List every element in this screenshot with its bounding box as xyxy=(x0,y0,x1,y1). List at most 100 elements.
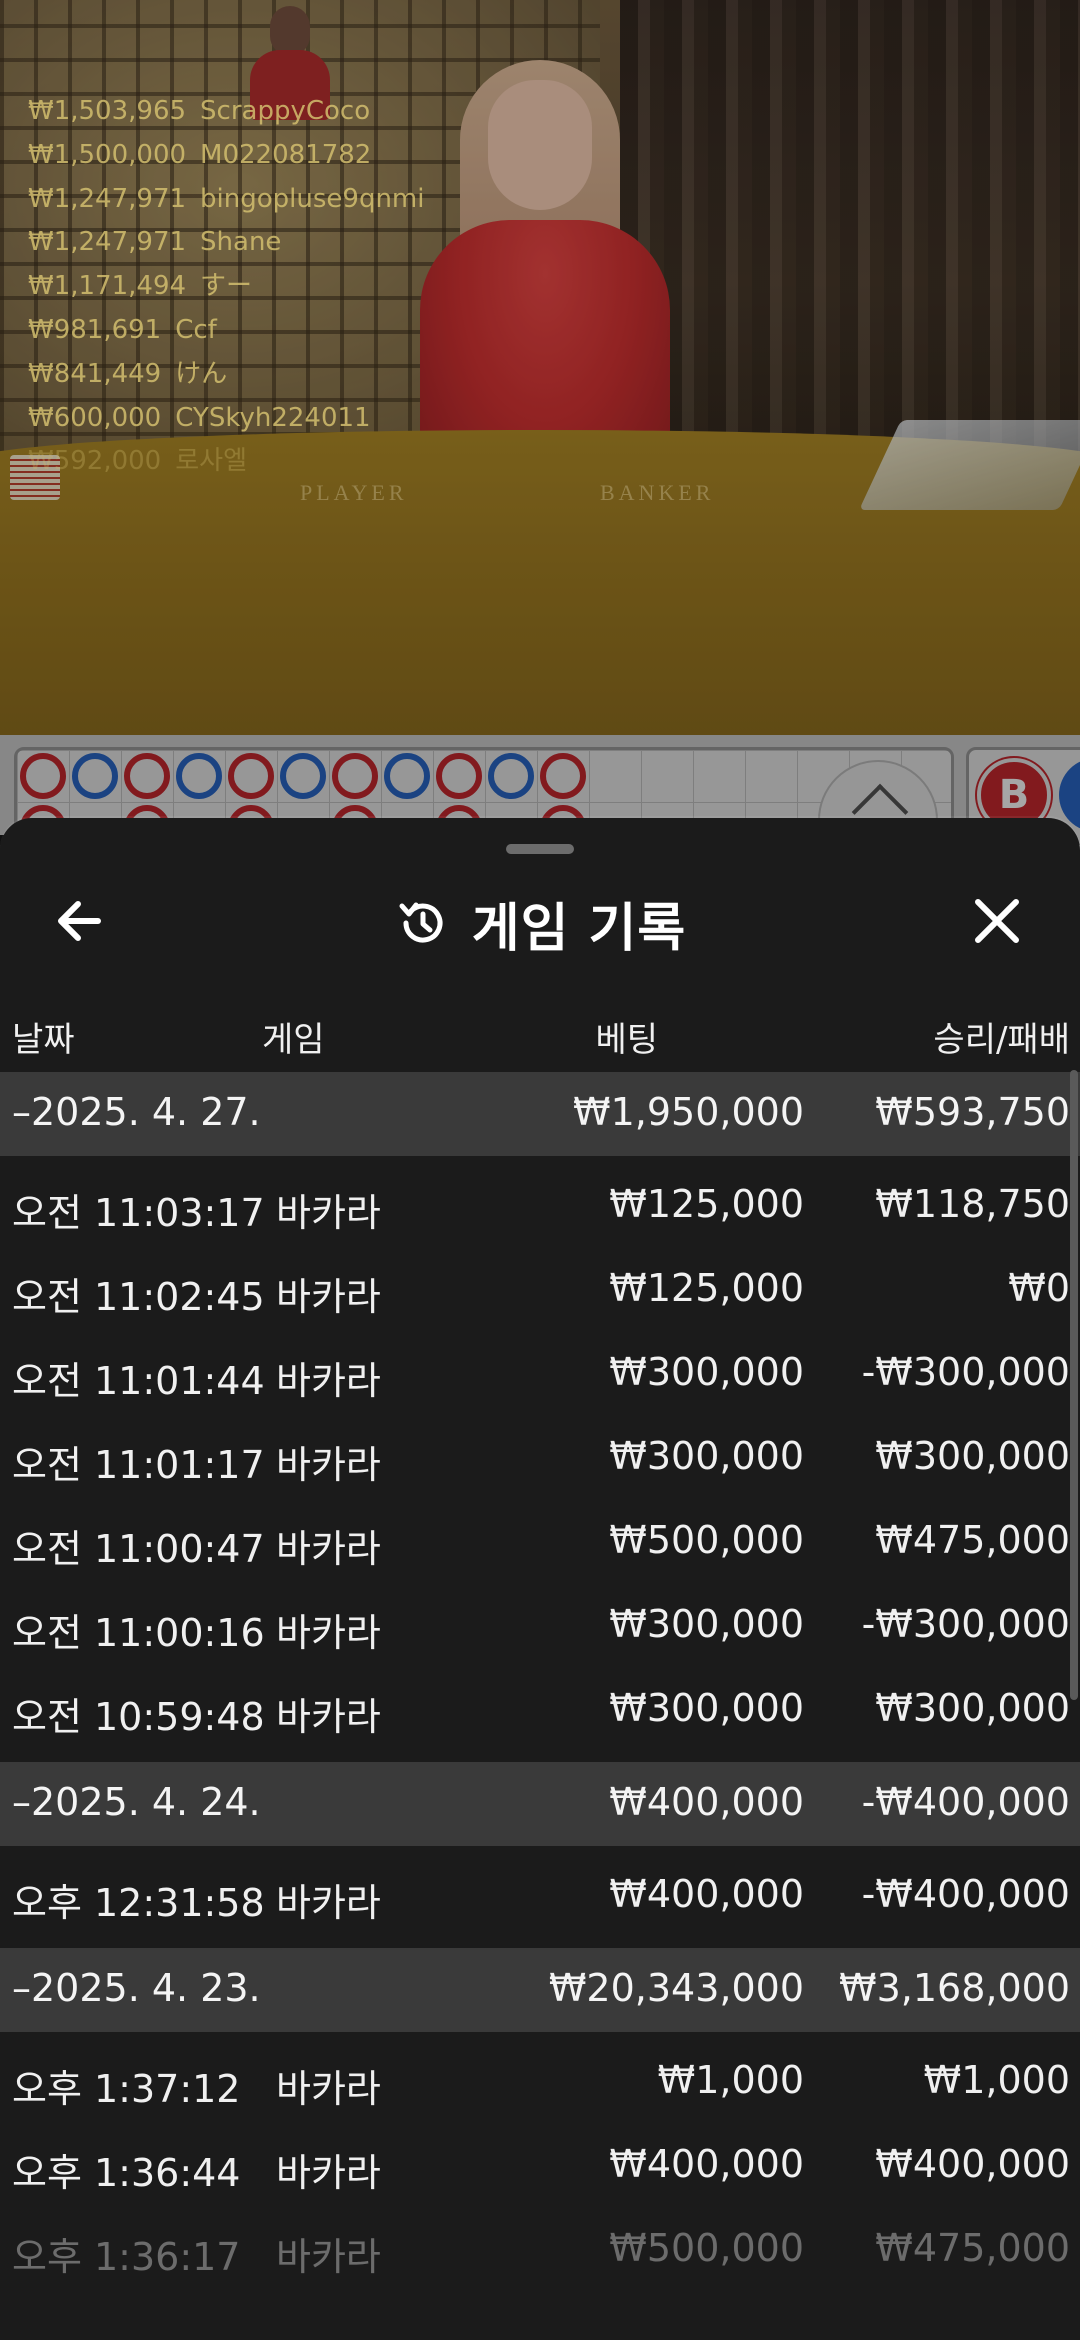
row-bet: ₩300,000 xyxy=(609,1686,804,1730)
sheet-drag-handle[interactable] xyxy=(506,844,574,854)
leaderboard-amount: ₩1,500,000 xyxy=(28,139,187,170)
group-total-result: ₩593,750 xyxy=(875,1090,1070,1134)
leaderboard-entry: ₩841,449 けん xyxy=(28,353,424,397)
leaderboard-player-name: 로사엘 xyxy=(175,446,247,477)
table-row[interactable]: 오후 1:37:12 바카라 ₩1,000 ₩1,000 xyxy=(0,2040,1080,2124)
leaderboard-amount: ₩841,449 xyxy=(28,358,162,389)
leaderboard-entry: ₩1,247,971 bingopluse9qnmi xyxy=(28,178,424,222)
history-table: 날짜 게임 베팅 승리/패배 –2025. 4. 27. ₩1,950,000 ₩5… xyxy=(0,996,1080,2302)
leaderboard-player-name: Shane xyxy=(200,227,282,258)
table-row[interactable]: 오전 10:59:48 바카라 ₩300,000 ₩300,000 xyxy=(0,1668,1080,1752)
row-bet: ₩500,000 xyxy=(609,2226,804,2270)
row-bet: ₩300,000 xyxy=(609,1602,804,1646)
date-group-header[interactable]: –2025. 4. 24. ₩400,000 -₩400,000 xyxy=(0,1762,1080,1846)
leaderboard-entry: ₩1,171,494 すー xyxy=(28,265,424,309)
page-title: 게임 기록 xyxy=(471,898,687,959)
live-video-stream: PLAYER BANKER ₩1,503,965 ScrappyCoco ₩1,50… xyxy=(0,0,1080,735)
row-result: -₩300,000 xyxy=(861,1602,1070,1646)
group-total-result: ₩3,168,000 xyxy=(839,1966,1070,2010)
group-total-bet: ₩400,000 xyxy=(609,1780,804,1824)
table-row[interactable]: 오전 11:03:17 바카라 ₩125,000 ₩118,750 xyxy=(0,1164,1080,1248)
row-result: ₩300,000 xyxy=(875,1686,1070,1730)
column-header-result: 승리/패배 xyxy=(933,1020,1070,1060)
row-game: 바카라 xyxy=(276,1191,381,1235)
row-result: ₩475,000 xyxy=(875,2226,1070,2270)
leaderboard-player-name: すー xyxy=(200,271,253,302)
table-row[interactable]: 오후 1:36:17 바카라 ₩500,000 ₩475,000 xyxy=(0,2208,1080,2292)
row-game: 바카라 xyxy=(276,2151,381,2195)
leaderboard-player-name: ScrappyCoco xyxy=(200,96,371,126)
row-time: 오후 1:36:44 xyxy=(12,2151,241,2195)
row-time: 오후 1:36:17 xyxy=(12,2235,241,2279)
leaderboard-amount: ₩1,247,971 xyxy=(28,227,187,258)
group-date: –2025. 4. 24. xyxy=(12,1780,261,1824)
group-total-bet: ₩1,950,000 xyxy=(573,1090,804,1134)
table-row[interactable]: 오전 11:02:45 바카라 ₩125,000 ₩0 xyxy=(0,1248,1080,1332)
row-result: -₩400,000 xyxy=(861,1872,1070,1916)
table-row[interactable]: 오전 11:00:16 바카라 ₩300,000 -₩300,000 xyxy=(0,1584,1080,1668)
leaderboard-amount: ₩1,171,494 xyxy=(28,271,187,302)
row-game: 바카라 xyxy=(276,1527,381,1571)
leaderboard-amount: ₩981,691 xyxy=(28,314,162,345)
close-icon xyxy=(975,899,1019,943)
row-game: 바카라 xyxy=(276,2235,381,2279)
leaderboard-entry: ₩981,691 Ccf xyxy=(28,309,424,353)
row-game: 바카라 xyxy=(276,2067,381,2111)
column-header-date: 날짜 xyxy=(12,1020,75,1060)
column-header-bet: 베팅 xyxy=(595,1020,658,1060)
table-row[interactable]: 오전 11:01:44 바카라 ₩300,000 -₩300,000 xyxy=(0,1332,1080,1416)
row-time: 오전 11:00:47 xyxy=(12,1527,265,1571)
leaderboard-entry: ₩1,503,965 ScrappyCoco xyxy=(28,90,424,134)
history-groups: –2025. 4. 27. ₩1,950,000 ₩593,750 오전 11:03:… xyxy=(0,1072,1080,2302)
date-group-header[interactable]: –2025. 4. 23. ₩20,343,000 ₩3,168,000 xyxy=(0,1948,1080,2032)
group-rows: 오후 1:37:12 바카라 ₩1,000 ₩1,000 오후 1:36:44 바카라 ₩4… xyxy=(0,2032,1080,2302)
group-total-bet: ₩20,343,000 xyxy=(548,1966,804,2010)
row-game: 바카라 xyxy=(276,1275,381,1319)
table-row[interactable]: 오전 11:00:47 바카라 ₩500,000 ₩475,000 xyxy=(0,1500,1080,1584)
leaderboard-player-name: Ccf xyxy=(175,314,217,345)
date-group-header[interactable]: –2025. 4. 27. ₩1,950,000 ₩593,750 xyxy=(0,1072,1080,1156)
leaderboard-amount: ₩1,503,965 xyxy=(28,96,187,126)
table-row[interactable]: 오후 1:36:44 바카라 ₩400,000 ₩400,000 xyxy=(0,2124,1080,2208)
group-total-result: -₩400,000 xyxy=(861,1780,1070,1824)
row-time: 오전 11:01:44 xyxy=(12,1359,265,1403)
row-time: 오후 1:37:12 xyxy=(12,2067,241,2111)
group-rows: 오후 12:31:58 바카라 ₩400,000 -₩400,000 xyxy=(0,1846,1080,1948)
leaderboard-entry: ₩1,247,971 Shane xyxy=(28,221,424,265)
row-time: 오전 11:03:17 xyxy=(12,1191,265,1235)
scrollbar[interactable] xyxy=(1070,1070,1078,1700)
row-time: 오전 10:59:48 xyxy=(12,1695,265,1739)
group-rows: 오전 11:03:17 바카라 ₩125,000 ₩118,750 오전 11:02:4… xyxy=(0,1156,1080,1762)
leaderboard-player-name: bingopluse9qnmi xyxy=(200,183,425,214)
close-button[interactable] xyxy=(962,886,1032,956)
row-result: ₩118,750 xyxy=(875,1182,1070,1226)
table-row[interactable]: 오전 11:01:17 바카라 ₩300,000 ₩300,000 xyxy=(0,1416,1080,1500)
row-game: 바카라 xyxy=(276,1611,381,1655)
table-row[interactable]: 오후 12:31:58 바카라 ₩400,000 -₩400,000 xyxy=(0,1854,1080,1938)
leaderboard-entry: ₩600,000 CYSkyh224011 xyxy=(28,397,424,441)
row-bet: ₩1,000 xyxy=(657,2058,804,2102)
row-result: ₩400,000 xyxy=(875,2142,1070,2186)
history-clock-icon xyxy=(399,902,443,943)
row-bet: ₩125,000 xyxy=(609,1266,804,1310)
row-game: 바카라 xyxy=(276,1443,381,1487)
row-bet: ₩500,000 xyxy=(609,1518,804,1562)
winners-leaderboard: ₩1,503,965 ScrappyCoco ₩1,500,000 M02208178… xyxy=(28,90,424,484)
row-time: 오전 11:00:16 xyxy=(12,1611,265,1655)
sheet-header: 게임 기록 xyxy=(0,878,1080,968)
row-result: ₩475,000 xyxy=(875,1518,1070,1562)
row-result: ₩1,000 xyxy=(923,2058,1070,2102)
group-date: –2025. 4. 23. xyxy=(12,1966,261,2010)
row-time: 오후 12:31:58 xyxy=(12,1881,265,1925)
group-date: –2025. 4. 27. xyxy=(12,1090,261,1134)
row-bet: ₩400,000 xyxy=(609,2142,804,2186)
game-history-sheet: 게임 기록 날짜 게임 베팅 승리/패배 –2025. 4. 27. ₩1,950… xyxy=(0,818,1080,2340)
leaderboard-amount: ₩1,247,971 xyxy=(28,183,187,214)
table-header: 날짜 게임 베팅 승리/패배 xyxy=(0,996,1080,1072)
row-game: 바카라 xyxy=(276,1881,381,1925)
leaderboard-player-name: CYSkyh224011 xyxy=(175,402,371,433)
row-bet: ₩300,000 xyxy=(609,1350,804,1394)
row-result: ₩0 xyxy=(1008,1266,1070,1310)
row-bet: ₩400,000 xyxy=(609,1872,804,1916)
row-bet: ₩125,000 xyxy=(609,1182,804,1226)
